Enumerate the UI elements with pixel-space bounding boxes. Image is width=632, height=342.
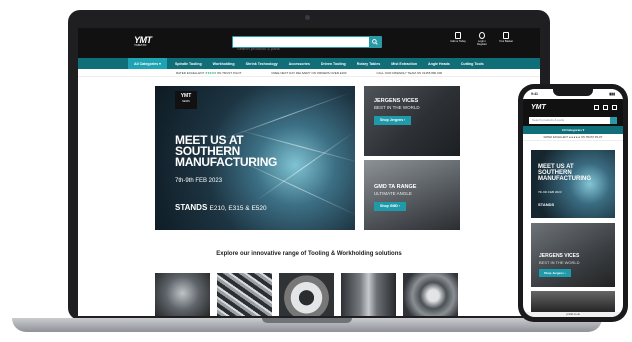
usp-phone: CALL OUR FRIENDLY TEAM ON 01455 890 000 xyxy=(376,70,443,75)
promo-tile-gmd[interactable]: GMD TA RANGE ULTIMATE ANGLE Shop GMD › xyxy=(364,160,460,230)
phone-header: YMT xyxy=(523,99,623,117)
battery-icon: ▮▮▮ xyxy=(609,92,615,96)
login-button[interactable]: Login / Register xyxy=(474,32,490,46)
basket-icon[interactable] xyxy=(603,105,608,110)
hero-headline: MEET US AT SOUTHERN MANUFACTURING xyxy=(175,133,278,169)
phone-search-input[interactable]: Search products & parts xyxy=(529,117,617,124)
menu-icon[interactable] xyxy=(612,105,617,110)
nav-item-rotary-tables[interactable]: Rotary Tables xyxy=(357,62,381,66)
phone-card-subtitle: BEST IN THE WORLD xyxy=(539,260,580,265)
search-icon xyxy=(372,39,378,45)
nav-item-accessories[interactable]: Accessories xyxy=(289,62,310,66)
webcam xyxy=(305,15,310,20)
basket-button[interactable]: Your Basket xyxy=(498,32,514,46)
site-header: YMT YAMATO Call us Today xyxy=(78,28,540,58)
stands-label: STANDS xyxy=(175,203,208,212)
device-mockup-scene: YMT YAMATO Call us Today xyxy=(0,0,632,342)
phone-shop-jergens-button[interactable]: Shop Jergens › xyxy=(539,269,571,277)
hero-date: 7th-9th FEB 2023 xyxy=(175,178,223,184)
usp-delivery: FREE NEXT DAY DELIVERY ON ORDERS OVER £2… xyxy=(271,70,347,75)
category-thumb-shrink[interactable] xyxy=(279,273,334,316)
nav-item-spindle-tooling[interactable]: Spindle Tooling xyxy=(175,62,202,66)
nav-item-mist-extraction[interactable]: Mist Extraction xyxy=(391,62,417,66)
phone-hero-banner[interactable]: MEET US AT SOUTHERN MANUFACTURING 7th-9t… xyxy=(531,150,615,218)
laptop-screen: YMT YAMATO Call us Today xyxy=(78,28,540,316)
phone-promo-jergens[interactable]: JERGENS VICES BEST IN THE WORLD Shop Jer… xyxy=(531,223,615,287)
nav-item-workholding[interactable]: Workholding xyxy=(213,62,235,66)
laptop-frame: YMT YAMATO Call us Today xyxy=(68,10,550,320)
usp-rating-text: RATED EXCELLENT xyxy=(175,70,205,75)
user-icon xyxy=(479,32,485,39)
phone-logo[interactable]: YMT xyxy=(531,104,546,111)
tile-subtitle: BEST IN THE WORLD xyxy=(374,105,420,110)
usp-bar: RATED EXCELLENT ★★★★★ ON TRUST PILOT FRE… xyxy=(78,69,540,77)
phone-icon xyxy=(455,32,461,39)
category-thumb-accessories[interactable] xyxy=(341,273,396,316)
category-thumb-workholding[interactable] xyxy=(217,273,272,316)
laptop-base xyxy=(12,318,602,332)
main-nav: All Categories ▾ Spindle Tooling Workhol… xyxy=(78,58,540,69)
nav-item-angle-heads[interactable]: Angle Heads xyxy=(428,62,450,66)
phone-usp: RATED EXCELLENT ★★★★★ ON TRUST PILOT xyxy=(523,134,623,141)
all-categories-label: All Categories xyxy=(134,61,159,66)
basket-label: Your Basket xyxy=(499,40,513,43)
badge-subtitle: NEWS xyxy=(182,100,190,103)
star-rating-icon: ★★★★★ xyxy=(205,70,216,75)
search-button[interactable] xyxy=(369,37,381,47)
phone-hero-headline: MEET US AT SOUTHERN MANUFACTURING xyxy=(538,164,591,182)
stands-numbers: E210, E315 & E520 xyxy=(209,205,267,212)
news-badge: YMT NEWS xyxy=(175,91,197,109)
status-time: 9:41 xyxy=(531,92,539,96)
tile-subtitle: ULTIMATE ANGLE xyxy=(374,191,412,196)
tile-title: GMD TA RANGE xyxy=(374,184,417,190)
chevron-down-icon: ▾ xyxy=(159,61,161,66)
basket-icon xyxy=(503,32,509,39)
usp-rating-suffix: ON TRUST PILOT xyxy=(216,70,242,75)
phone-screen: 9:41 ▮▮▮ YMT Search products & parts All… xyxy=(523,89,623,317)
hero-banner[interactable]: YMT NEWS MEET US AT SOUTHERN MANUFACTURIN… xyxy=(155,86,355,230)
search-bar xyxy=(232,36,382,54)
phone-all-categories[interactable]: All Categories ▾ xyxy=(523,126,623,134)
all-categories-button[interactable]: All Categories ▾ xyxy=(128,58,167,69)
nav-item-driven-tooling[interactable]: Driven Tooling xyxy=(321,62,346,66)
category-thumbnails xyxy=(155,273,458,316)
phone-hero-date: 7th-9th FEB 2023 xyxy=(538,190,562,194)
chevron-right-icon: › xyxy=(404,118,406,122)
search-icon[interactable] xyxy=(610,117,617,124)
site-logo[interactable]: YMT YAMATO xyxy=(134,35,160,49)
nav-item-shrink-technology[interactable]: Shrink Technology xyxy=(246,62,278,66)
hero-stands: STANDS E210, E315 & E520 xyxy=(175,203,267,212)
phone-next-card[interactable] xyxy=(531,291,615,313)
promo-tile-jergens[interactable]: JERGENS VICES BEST IN THE WORLD Shop Jer… xyxy=(364,86,460,156)
shop-jergens-label: Shop Jergens xyxy=(380,118,404,122)
user-icon[interactable] xyxy=(594,105,599,110)
chevron-right-icon: › xyxy=(398,204,401,208)
shop-gmd-button[interactable]: Shop GMD › xyxy=(374,202,407,211)
header-actions: Call us Today Login / Register Your Bask… xyxy=(450,32,514,46)
phone-search-bar: Search products & parts xyxy=(523,117,623,126)
phone-shop-label: Shop Jergens xyxy=(544,271,564,275)
login-label: Login / Register xyxy=(477,40,487,46)
phone-card-title: JERGENS VICES xyxy=(539,253,580,259)
call-us-button[interactable]: Call us Today xyxy=(450,32,466,46)
phone-hero-stands: STANDS xyxy=(538,202,555,207)
explore-heading: Explore our innovative range of Tooling … xyxy=(216,251,402,257)
chevron-down-icon: ▾ xyxy=(582,128,585,132)
phone-all-categories-label: All Categories xyxy=(561,128,582,132)
phone-search-placeholder: Search products & parts xyxy=(532,118,565,122)
call-label: Call us Today xyxy=(450,40,466,43)
tile-title: JERGENS VICES xyxy=(374,98,419,104)
phone-frame: 9:41 ▮▮▮ YMT Search products & parts All… xyxy=(518,84,628,322)
url-bar[interactable]: ymtltd.co.uk xyxy=(523,312,623,317)
shop-gmd-label: Shop GMD xyxy=(380,204,398,208)
shop-jergens-button[interactable]: Shop Jergens › xyxy=(374,116,412,125)
category-thumb-spindle[interactable] xyxy=(155,273,210,316)
search-input[interactable] xyxy=(233,43,369,54)
category-thumb-driven[interactable] xyxy=(403,273,458,316)
nav-item-cutting-tools[interactable]: Cutting Tools xyxy=(461,62,484,66)
usp-trustpilot[interactable]: RATED EXCELLENT ★★★★★ ON TRUST PILOT xyxy=(176,71,242,75)
